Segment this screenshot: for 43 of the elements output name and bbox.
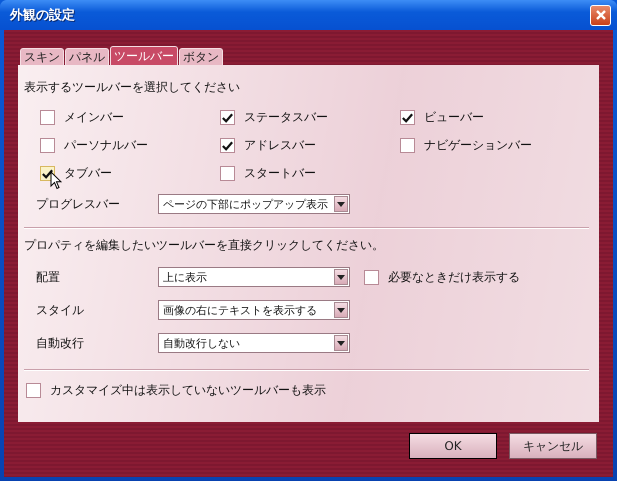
- checkbox[interactable]: [40, 138, 55, 153]
- cancel-button[interactable]: キャンセル: [509, 433, 597, 459]
- checkbox-label: タブバー: [64, 165, 112, 182]
- checkbox[interactable]: [364, 270, 379, 284]
- checkbox[interactable]: [220, 166, 235, 181]
- tab[interactable]: スキン: [20, 48, 64, 65]
- checkbox[interactable]: [220, 110, 235, 125]
- field-label: 配置: [36, 268, 61, 286]
- dropdown[interactable]: 自動改行しない: [158, 333, 350, 353]
- dropdown[interactable]: ページの下部にポップアップ表示: [158, 194, 350, 214]
- checkbox-label: カスタマイズ中は表示していないツールバーも表示: [50, 382, 326, 399]
- checkmark-icon: [221, 138, 234, 152]
- checkbox[interactable]: [400, 138, 415, 153]
- checkbox-label: ビューバー: [424, 109, 484, 126]
- checkbox-label: アドレスバー: [244, 137, 316, 154]
- checkbox-label: メインバー: [64, 109, 124, 126]
- checkbox[interactable]: [40, 110, 55, 125]
- field-label: スタイル: [36, 302, 85, 318]
- checkbox-label: スタートバー: [244, 165, 316, 182]
- checkbox[interactable]: [400, 110, 415, 125]
- dropdown[interactable]: 画像の右にテキストを表示する: [158, 300, 350, 320]
- checkmark-icon: [221, 110, 234, 124]
- checkbox-label: 必要なときだけ表示する: [388, 268, 520, 286]
- close-icon: [594, 9, 606, 21]
- field-label: 自動改行: [36, 334, 85, 352]
- checkbox-label: パーソナルバー: [64, 137, 148, 154]
- ok-button[interactable]: OK: [409, 433, 497, 459]
- section-heading: プロパティを編集したいツールバーを直接クリックしてください。: [24, 237, 385, 254]
- checkbox-label: ナビゲーションバー: [424, 137, 532, 154]
- checkbox[interactable]: [26, 383, 41, 398]
- cursor-icon: [50, 171, 62, 190]
- tab[interactable]: ツールバー: [110, 46, 178, 65]
- section-heading: 表示するツールバーを選択してください: [24, 79, 241, 96]
- checkbox[interactable]: [220, 138, 235, 153]
- close-button[interactable]: [590, 4, 611, 26]
- tab[interactable]: ボタン: [179, 48, 223, 65]
- tab[interactable]: パネル: [65, 48, 109, 65]
- window-title: 外観の設定: [10, 6, 75, 24]
- checkmark-icon: [41, 166, 54, 180]
- checkmark-icon: [401, 110, 414, 124]
- checkbox-label: ステータスバー: [244, 109, 328, 126]
- field-label: プログレスバー: [36, 196, 121, 212]
- dropdown[interactable]: 上に表示: [158, 267, 350, 287]
